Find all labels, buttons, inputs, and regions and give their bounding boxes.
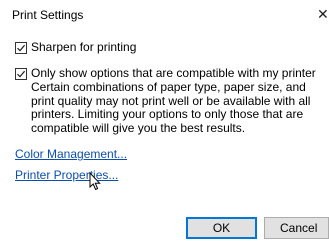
close-icon[interactable]: ✕	[317, 4, 329, 24]
title-bar: Print Settings ✕	[0, 0, 329, 28]
compatible-description: Certain combinations of paper type, pape…	[31, 80, 311, 135]
color-management-link[interactable]: Color Management...	[15, 147, 127, 161]
mouse-pointer-icon	[89, 172, 101, 191]
printer-properties-link[interactable]: Printer Properties...	[15, 168, 118, 182]
dialog-title: Print Settings	[12, 8, 84, 22]
compatible-label: Only show options that are compatible wi…	[31, 66, 316, 80]
checkmark-icon	[17, 44, 26, 52]
sharpen-label: Sharpen for printing	[31, 40, 137, 54]
sharpen-checkbox[interactable]	[15, 42, 27, 54]
checkmark-icon	[17, 70, 26, 78]
ok-button[interactable]: OK	[186, 217, 257, 239]
cancel-button[interactable]: Cancel	[264, 217, 329, 239]
compatible-checkbox[interactable]	[15, 68, 27, 80]
print-settings-dialog: Print Settings ✕ Sharpen for printing On…	[0, 0, 329, 246]
